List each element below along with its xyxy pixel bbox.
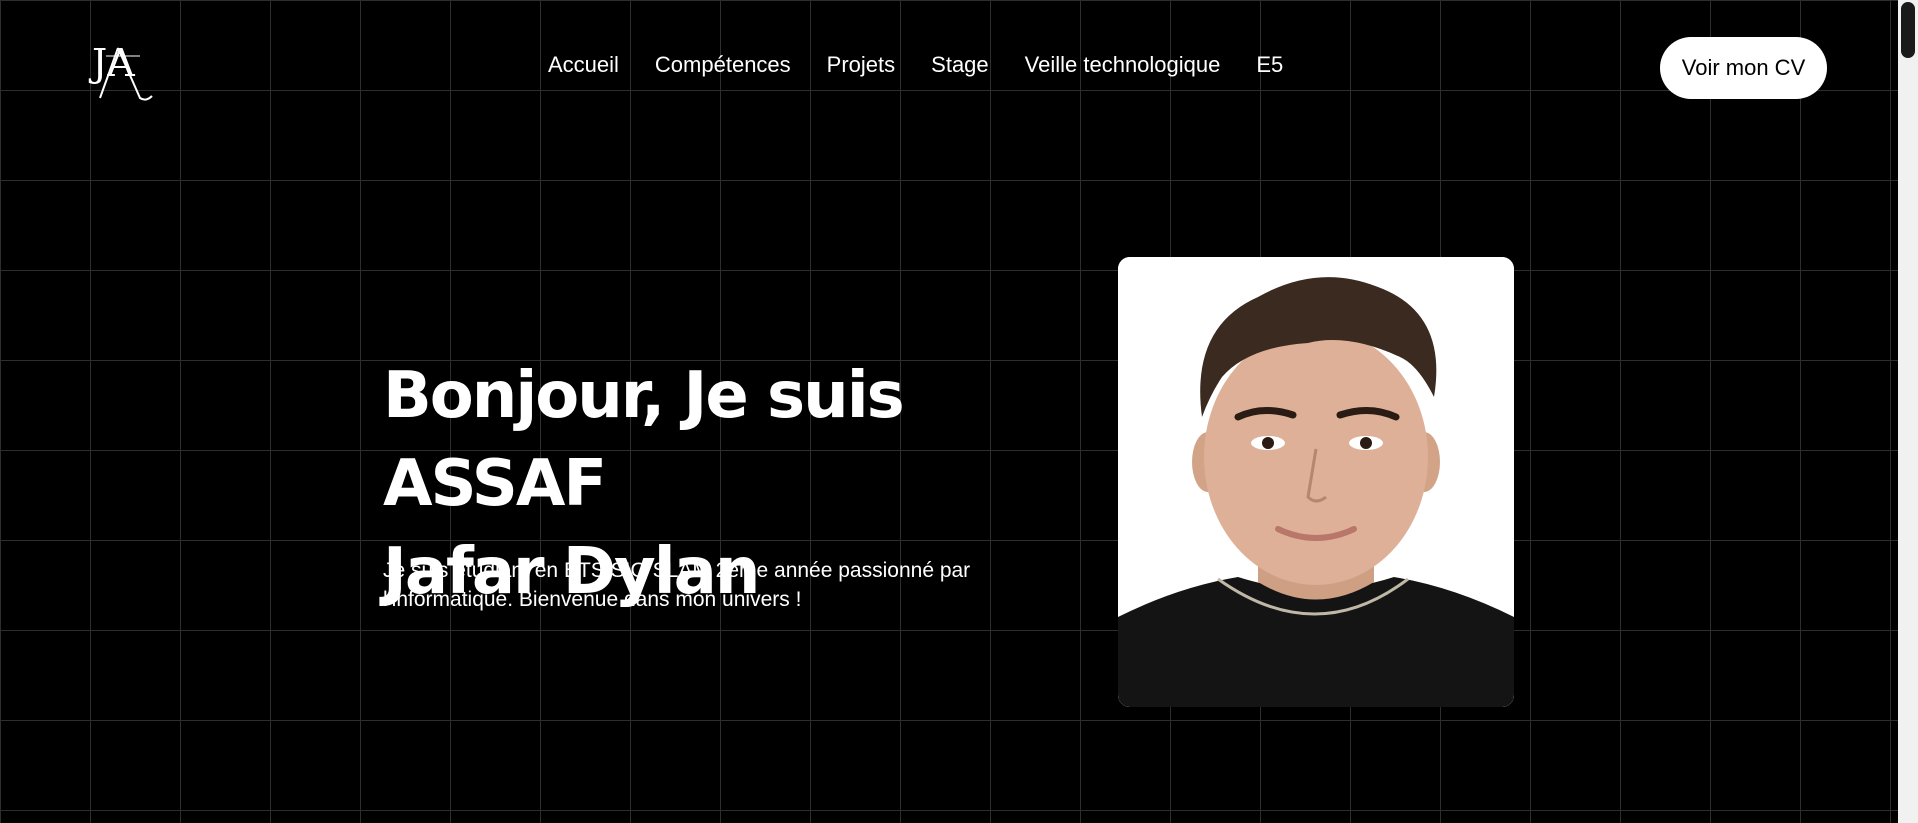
nav-item-projets[interactable]: Projets xyxy=(827,52,895,78)
nav-item-veille-technologique[interactable]: Veille technologique xyxy=(1025,52,1221,78)
nav-item-accueil[interactable]: Accueil xyxy=(548,52,619,78)
scrollbar-thumb[interactable] xyxy=(1901,2,1915,58)
profile-photo xyxy=(1118,257,1514,707)
nav-item-stage[interactable]: Stage xyxy=(931,52,989,78)
monogram-logo-icon: JA xyxy=(88,41,153,101)
main-nav: Accueil Compétences Projets Stage Veille… xyxy=(548,52,1283,78)
page-scrollbar[interactable] xyxy=(1898,0,1918,823)
hero-title-line-1: Bonjour, Je suis ASSAF xyxy=(383,359,905,521)
site-logo[interactable]: JA xyxy=(88,36,158,102)
view-cv-button[interactable]: Voir mon CV xyxy=(1660,37,1827,99)
nav-item-competences[interactable]: Compétences xyxy=(655,52,791,78)
nav-item-e5[interactable]: E5 xyxy=(1256,52,1283,78)
hero-description: Je suis étudiant en BTS SIO SLAM 2eme an… xyxy=(383,559,971,611)
portrait-image xyxy=(1118,257,1514,707)
